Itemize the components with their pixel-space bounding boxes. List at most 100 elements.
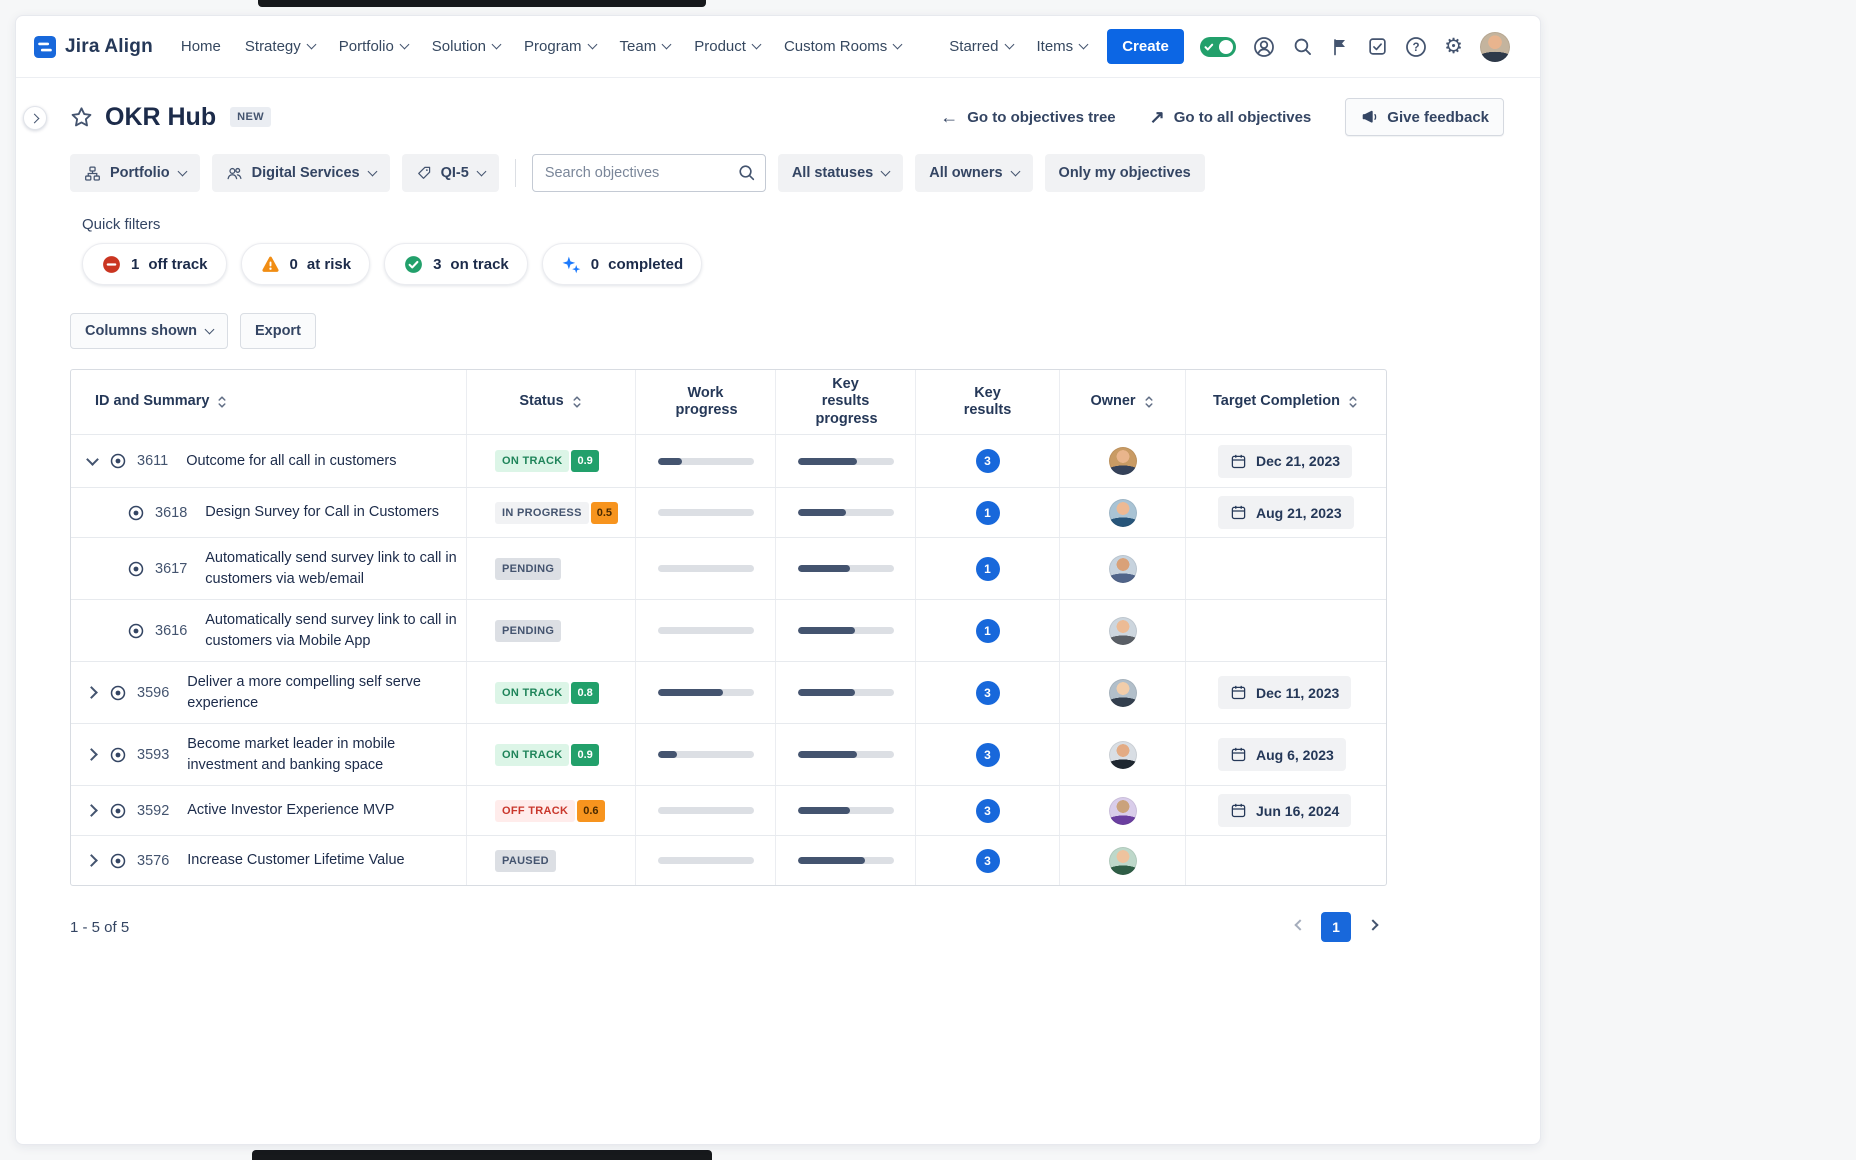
- export-button[interactable]: Export: [239, 313, 316, 349]
- expand-row-chevron[interactable]: [83, 852, 101, 870]
- tasks-icon[interactable]: [1367, 36, 1388, 57]
- target-date-chip[interactable]: Jun 16, 2024: [1218, 794, 1352, 827]
- nav-team[interactable]: Team: [620, 38, 672, 55]
- work-progress-bar: [657, 627, 754, 634]
- status-badge: PENDING: [495, 557, 562, 580]
- target-date-chip[interactable]: Aug 6, 2023: [1218, 738, 1346, 771]
- objective-summary[interactable]: Become market leader in mobile investmen…: [187, 734, 449, 775]
- on-track-icon: [405, 255, 422, 273]
- key-results-count-badge[interactable]: 3: [975, 680, 1000, 705]
- owner-avatar: [1108, 616, 1137, 645]
- app-window: Jira Align Home Strategy Portfolio Solut…: [15, 15, 1541, 1145]
- work-progress-bar: [657, 857, 754, 864]
- objective-id: 3616: [155, 622, 188, 639]
- expand-row-chevron[interactable]: [83, 802, 101, 820]
- give-feedback-button[interactable]: Give feedback: [1345, 98, 1504, 136]
- nav-program[interactable]: Program: [524, 38, 597, 55]
- score-chip: 0.6: [577, 799, 605, 822]
- go-to-objectives-tree-link[interactable]: ← Go to objectives tree: [940, 108, 1115, 126]
- key-results-count-badge[interactable]: 3: [975, 798, 1000, 823]
- objective-summary[interactable]: Outcome for all call in customers: [186, 451, 396, 471]
- header-actions: ← Go to objectives tree ↗ Go to all object…: [940, 98, 1504, 136]
- target-date-chip[interactable]: Dec 21, 2023: [1218, 444, 1353, 478]
- backdrop-strip-bottom: [252, 1150, 712, 1160]
- col-header-id-summary[interactable]: ID and Summary: [71, 370, 467, 434]
- statuses-filter-dropdown[interactable]: All statuses: [777, 154, 904, 192]
- brand[interactable]: Jira Align: [34, 35, 153, 58]
- status-toggle[interactable]: [1200, 36, 1237, 57]
- quick-filter-off-track[interactable]: 1 off track: [82, 243, 227, 285]
- quick-filter-at-risk[interactable]: 0 at risk: [240, 243, 371, 285]
- nav-product[interactable]: Product: [694, 38, 762, 55]
- nav-home[interactable]: Home: [181, 38, 221, 55]
- expand-row-chevron[interactable]: [83, 746, 101, 764]
- help-icon[interactable]: ?: [1405, 36, 1427, 58]
- profile-icon[interactable]: [1253, 36, 1275, 58]
- key-results-count-badge[interactable]: 3: [975, 848, 1000, 873]
- calendar-icon: [1231, 454, 1246, 468]
- nav-solution[interactable]: Solution: [432, 38, 502, 55]
- nav-strategy[interactable]: Strategy: [245, 38, 317, 55]
- flag-icon[interactable]: [1330, 37, 1350, 57]
- objective-summary[interactable]: Design Survey for Call in Customers: [205, 502, 439, 522]
- objective-summary[interactable]: Increase Customer Lifetime Value: [187, 850, 404, 870]
- create-button[interactable]: Create: [1107, 29, 1184, 64]
- table-row[interactable]: 3611 Outcome for all call in customers O…: [71, 434, 1386, 487]
- go-to-all-objectives-link[interactable]: ↗ Go to all objectives: [1150, 108, 1312, 126]
- nav-starred[interactable]: Starred: [949, 38, 1014, 55]
- chevron-right-icon: [29, 113, 39, 123]
- owners-filter-dropdown[interactable]: All owners: [915, 154, 1033, 192]
- columns-shown-dropdown[interactable]: Columns shown: [70, 313, 228, 349]
- expand-row-chevron[interactable]: [83, 684, 101, 702]
- target-date-chip[interactable]: Dec 11, 2023: [1218, 676, 1352, 709]
- chevron-left-icon: [1293, 919, 1306, 931]
- objective-icon: [128, 561, 144, 576]
- target-date-chip[interactable]: Aug 21, 2023: [1218, 496, 1354, 529]
- table-row[interactable]: 3617 Automatically send survey link to c…: [71, 537, 1386, 599]
- key-results-count-badge[interactable]: 1: [975, 556, 1000, 581]
- team-filter-dropdown[interactable]: Digital Services: [211, 154, 390, 192]
- nav-custom-rooms[interactable]: Custom Rooms: [784, 38, 903, 55]
- arrow-left-icon: ←: [940, 107, 959, 127]
- objective-summary[interactable]: Automatically send survey link to call i…: [205, 610, 466, 651]
- col-header-status[interactable]: Status: [467, 370, 636, 434]
- user-avatar[interactable]: [1480, 31, 1510, 62]
- quick-filter-completed[interactable]: 0 completed: [541, 243, 703, 285]
- portfolio-filter-dropdown[interactable]: Portfolio: [70, 154, 200, 192]
- brand-name: Jira Align: [65, 35, 153, 57]
- collapse-row-chevron[interactable]: [83, 452, 101, 470]
- star-icon[interactable]: [70, 106, 93, 129]
- sidebar-expand-button[interactable]: [23, 106, 47, 130]
- quick-filter-on-track[interactable]: 3 on track: [384, 243, 528, 285]
- search-icon[interactable]: [1292, 36, 1313, 57]
- period-filter-dropdown[interactable]: QI-5: [401, 154, 499, 192]
- table-row[interactable]: 3592 Active Investor Experience MVP OFF …: [71, 785, 1386, 835]
- col-header-target-completion[interactable]: Target Completion: [1186, 370, 1386, 434]
- only-my-objectives-button[interactable]: Only my objectives: [1044, 154, 1205, 192]
- key-results-count-badge[interactable]: 3: [975, 449, 1000, 473]
- table-row[interactable]: 3616 Automatically send survey link to c…: [71, 599, 1386, 661]
- key-results-count-badge[interactable]: 3: [975, 742, 1000, 767]
- search-objectives-input[interactable]: [531, 154, 766, 192]
- nav-portfolio[interactable]: Portfolio: [339, 38, 410, 55]
- objective-summary[interactable]: Automatically send survey link to call i…: [205, 548, 466, 589]
- svg-text:?: ?: [1413, 42, 1420, 54]
- objective-id: 3618: [155, 504, 188, 521]
- nav-items[interactable]: Items: [1037, 38, 1089, 55]
- owner-avatar: [1108, 796, 1137, 825]
- page-number-button[interactable]: 1: [1321, 912, 1351, 942]
- col-header-owner[interactable]: Owner: [1060, 370, 1186, 434]
- next-page-button[interactable]: [1361, 914, 1387, 940]
- previous-page-button[interactable]: [1285, 914, 1311, 940]
- key-results-count-badge[interactable]: 1: [975, 618, 1000, 643]
- objective-summary[interactable]: Deliver a more compelling self serve exp…: [187, 672, 449, 713]
- check-icon: [1204, 43, 1214, 50]
- objectives-table: ID and Summary Status Work progress Key …: [70, 369, 1387, 886]
- table-row[interactable]: 3593 Become market leader in mobile inve…: [71, 723, 1386, 785]
- objective-summary[interactable]: Active Investor Experience MVP: [187, 800, 394, 820]
- gear-icon[interactable]: ⚙: [1444, 36, 1463, 57]
- table-row[interactable]: 3596 Deliver a more compelling self serv…: [71, 661, 1386, 723]
- key-results-count-badge[interactable]: 1: [975, 500, 1000, 525]
- table-row[interactable]: 3576 Increase Customer Lifetime Value PA…: [71, 835, 1386, 885]
- table-row[interactable]: 3618 Design Survey for Call in Customers…: [71, 487, 1386, 537]
